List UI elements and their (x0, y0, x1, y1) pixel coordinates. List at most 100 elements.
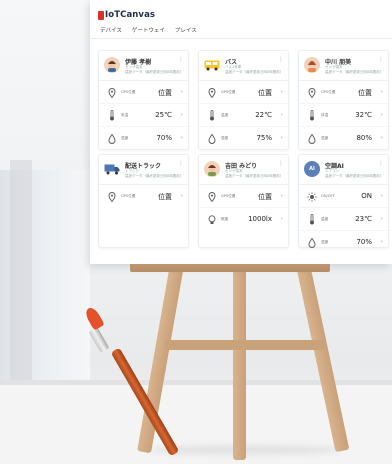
metric-label: GPS位置 (121, 194, 136, 198)
logo-text: IoTCanvas (105, 10, 156, 20)
tab-devices[interactable]: デバイス (100, 26, 122, 34)
card-header: 配送トラック トラック 温度データ（最終更新日時8時間前） ⋮ (99, 155, 188, 185)
card-header: 伊藤 孝樹 センサ端末 温度データ（最終更新日時8時間前） ⋮ (99, 51, 188, 81)
metric-label: GPS位置 (221, 194, 236, 198)
metric-label: 湿度 (121, 136, 129, 140)
background-shadow (10, 160, 32, 385)
chevron-right-icon: › (180, 193, 183, 199)
drop-icon (107, 133, 117, 144)
device-card[interactable]: バス バス1号車 温度データ（最終更新日時8時間前） ⋮ GPS位置 位置 › … (198, 50, 289, 150)
card-header: 吉田 みどり センサ端末 温度データ（最終更新日時8時間前） ⋮ (199, 155, 288, 185)
chevron-right-icon: › (180, 135, 183, 141)
thermometer-icon (107, 110, 117, 121)
metric-value: ON (361, 192, 372, 200)
location-icon (107, 191, 117, 202)
metric-value: 位置 (258, 193, 272, 201)
chevron-right-icon: › (380, 89, 383, 95)
logo-mark-icon (98, 10, 104, 20)
location-icon (107, 87, 117, 98)
metric-row[interactable]: 湿度 70% › (299, 231, 388, 254)
chevron-right-icon: › (280, 112, 283, 118)
metric-label: ON/OFF (321, 194, 335, 198)
metric-row[interactable]: 湿度 75% › (199, 127, 288, 150)
metric-row[interactable]: GPS位置 位置 › (299, 81, 388, 104)
metric-label: 照度 (221, 217, 229, 221)
metric-value: 23℃ (355, 215, 372, 223)
device-status: 温度データ（最終更新日時8時間前） (325, 174, 384, 178)
chevron-right-icon: › (380, 112, 383, 118)
device-card[interactable]: AI 空調AI エアコン 温度データ（最終更新日時8時間前） ⋮ ON/OFF … (298, 154, 389, 248)
metric-row[interactable]: 体温 32℃ › (299, 104, 388, 127)
metric-label: 湿度 (221, 136, 229, 140)
metric-row[interactable]: GPS位置 位置 › (99, 185, 188, 208)
chevron-right-icon: › (280, 193, 283, 199)
metric-row[interactable]: 気温 25℃ › (99, 104, 188, 127)
more-menu-icon[interactable]: ⋮ (278, 160, 284, 167)
metric-row[interactable]: 温度 23℃ › (299, 208, 388, 231)
bus-icon (204, 57, 220, 73)
device-status: 温度データ（最終更新日時8時間前） (325, 70, 384, 74)
metric-row[interactable]: GPS位置 位置 › (199, 81, 288, 104)
chevron-right-icon: › (380, 239, 383, 245)
thermometer-icon (207, 110, 217, 121)
card-header: 中川 朋美 センサ端末 温度データ（最終更新日時8時間前） ⋮ (299, 51, 388, 81)
metric-label: 温度 (321, 217, 329, 221)
dashboard-board: IoTCanvas デバイス ゲートウェイ プレイス 伊藤 孝樹 センサ端末 温… (90, 0, 392, 264)
device-card[interactable]: 中川 朋美 センサ端末 温度データ（最終更新日時8時間前） ⋮ GPS位置 位置… (298, 50, 389, 150)
chevron-right-icon: › (380, 216, 383, 222)
metric-row[interactable]: 照度 1000lx › (199, 208, 288, 231)
metric-label: GPS位置 (321, 90, 336, 94)
chevron-right-icon: › (180, 89, 183, 95)
app-logo[interactable]: IoTCanvas (98, 10, 155, 20)
chevron-right-icon: › (380, 193, 383, 199)
tab-places[interactable]: プレイス (175, 26, 197, 34)
metric-row[interactable]: 湿度 80% › (299, 127, 388, 150)
metric-value: 位置 (158, 193, 172, 201)
metric-row[interactable]: GPS位置 位置 › (99, 81, 188, 104)
more-menu-icon[interactable]: ⋮ (178, 56, 184, 63)
metric-value: 70% (156, 134, 172, 142)
metric-row[interactable]: 温度 22℃ › (199, 104, 288, 127)
metric-label: 気温 (121, 113, 129, 117)
metric-value: 1000lx (248, 215, 272, 223)
more-menu-icon[interactable]: ⋮ (378, 56, 384, 63)
tab-gateways[interactable]: ゲートウェイ (132, 26, 165, 34)
device-status: 温度データ（最終更新日時8時間前） (225, 70, 284, 74)
more-menu-icon[interactable]: ⋮ (378, 160, 384, 167)
metric-label: 湿度 (321, 240, 329, 244)
metric-value: 位置 (158, 89, 172, 97)
device-card[interactable]: 伊藤 孝樹 センサ端末 温度データ（最終更新日時8時間前） ⋮ GPS位置 位置… (98, 50, 189, 150)
truck-icon (104, 161, 120, 177)
device-status: 温度データ（最終更新日時8時間前） (225, 174, 284, 178)
metric-label: 体温 (321, 113, 329, 117)
more-menu-icon[interactable]: ⋮ (278, 56, 284, 63)
metric-row[interactable]: ON/OFF ON › (299, 185, 388, 208)
chevron-right-icon: › (180, 112, 183, 118)
location-icon (207, 191, 217, 202)
chevron-right-icon: › (280, 89, 283, 95)
sun-icon (307, 191, 317, 202)
person-avatar-icon (304, 57, 320, 73)
metric-value: 80% (356, 134, 372, 142)
metric-value: 位置 (358, 89, 372, 97)
thermometer-icon (307, 110, 317, 121)
device-card[interactable]: 吉田 みどり センサ端末 温度データ（最終更新日時8時間前） ⋮ GPS位置 位… (198, 154, 289, 248)
location-icon (207, 87, 217, 98)
person-avatar-icon (204, 161, 220, 177)
metric-label: 温度 (221, 113, 229, 117)
nav-tabs: デバイス ゲートウェイ プレイス (100, 26, 197, 34)
metric-row[interactable]: 湿度 70% › (99, 127, 188, 150)
paintbrush-ferrule (88, 327, 110, 353)
location-icon (307, 87, 317, 98)
drop-icon (207, 133, 217, 144)
ai-avatar-icon: AI (304, 161, 320, 177)
metric-label: 湿度 (321, 136, 329, 140)
bulb-icon (207, 214, 217, 225)
card-header: バス バス1号車 温度データ（最終更新日時8時間前） ⋮ (199, 51, 288, 81)
person-avatar-icon (104, 57, 120, 73)
metric-row[interactable]: GPS位置 位置 › (199, 185, 288, 208)
more-menu-icon[interactable]: ⋮ (178, 160, 184, 167)
metric-value: 75% (256, 134, 272, 142)
device-card[interactable]: 配送トラック トラック 温度データ（最終更新日時8時間前） ⋮ GPS位置 位置… (98, 154, 189, 248)
chevron-right-icon: › (280, 135, 283, 141)
